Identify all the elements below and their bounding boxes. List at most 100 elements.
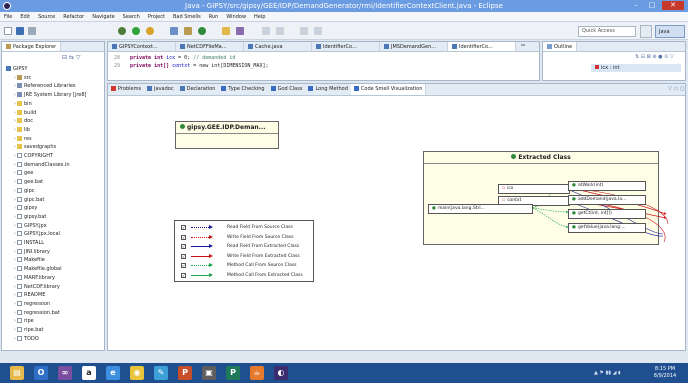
debug-icon[interactable]	[118, 27, 126, 35]
tab-god-class[interactable]: God Class	[268, 84, 306, 95]
menu-help[interactable]: Help	[254, 12, 265, 21]
back-icon[interactable]	[300, 27, 308, 35]
search-icon[interactable]	[236, 27, 244, 35]
outline-item[interactable]: icx : int	[591, 64, 681, 72]
menu-file[interactable]: File	[4, 12, 12, 21]
tab-code-smell-visualization[interactable]: Code Smell Visualization	[350, 84, 427, 95]
legend-checkbox[interactable]: ✓	[181, 272, 186, 278]
expand-arrow-icon[interactable]: ›	[14, 284, 16, 290]
tree-item[interactable]: › MARF.library	[14, 274, 55, 282]
next-annotation-icon[interactable]	[262, 27, 270, 35]
tree-item[interactable]: › gipsy.bat	[14, 213, 46, 221]
paint-icon[interactable]: ✎	[154, 366, 168, 380]
publisher-icon[interactable]: P	[226, 366, 240, 380]
tab-type-checking[interactable]: Type Checking	[218, 84, 267, 95]
tree-item[interactable]: › regression	[14, 300, 50, 308]
tree-item[interactable]: › Makefile.global	[14, 266, 62, 273]
expand-arrow-icon[interactable]: ›	[14, 118, 16, 124]
tree-item[interactable]: › JRE System Library [jre8]	[14, 92, 87, 99]
editor-tab[interactable]: JMSDemandGen...	[380, 42, 448, 51]
expand-arrow-icon[interactable]: ›	[14, 170, 16, 176]
tab-package-explorer[interactable]: Package Explorer	[2, 42, 62, 51]
menu-project[interactable]: Project	[148, 12, 165, 21]
tree-item[interactable]: › bin	[14, 100, 32, 108]
expand-arrow-icon[interactable]: ›	[14, 292, 16, 298]
expand-arrow-icon[interactable]: ›	[14, 318, 16, 324]
legend-checkbox[interactable]: ✓	[181, 244, 186, 249]
tree-item[interactable]: › INSTALL	[14, 240, 44, 247]
legend-checkbox[interactable]: ✓	[181, 225, 186, 230]
tree-item[interactable]: › savedgraphs	[14, 144, 56, 151]
maximize-button[interactable]: □	[646, 1, 658, 10]
editor-tab[interactable]: IdentifierCo...	[448, 42, 516, 51]
expand-arrow-icon[interactable]: ›	[14, 110, 16, 116]
expand-arrow-icon[interactable]: ›	[14, 301, 16, 307]
expand-arrow-icon[interactable]: ›	[14, 101, 16, 107]
editor-tab[interactable]: IdentifierCo...	[312, 42, 380, 51]
tree-item[interactable]: › JINI.library	[14, 248, 50, 256]
editor-tab[interactable]: Cache.java	[244, 42, 312, 51]
menu-run[interactable]: Run	[209, 12, 219, 21]
tree-item[interactable]: › regression.bat	[14, 309, 60, 317]
tree-item[interactable]: › gipsy	[14, 205, 37, 212]
eclipse-icon[interactable]: ◐	[274, 366, 288, 380]
run-icon[interactable]	[132, 27, 140, 35]
internet-explorer-icon[interactable]: e	[106, 366, 120, 380]
method-node[interactable]: ● getCt(int, int[])	[568, 209, 646, 219]
expand-arrow-icon[interactable]: ›	[14, 197, 16, 203]
tab-outline[interactable]: Outline	[543, 42, 578, 51]
save-icon[interactable]	[16, 27, 24, 35]
expand-arrow-icon[interactable]: ›	[14, 153, 16, 159]
forward-icon[interactable]	[314, 27, 322, 35]
visual-studio-icon[interactable]: ∞	[58, 366, 72, 380]
tree-item[interactable]: › res	[14, 135, 32, 143]
new-java-project-icon[interactable]	[170, 27, 178, 35]
tree-item[interactable]: › gipc.bat	[14, 196, 44, 204]
tree-item[interactable]: › ripe.bat	[14, 327, 43, 334]
menu-bad-smells[interactable]: Bad Smells	[173, 12, 201, 21]
source-method-node[interactable]: ● main(java.lang.Stri...	[428, 204, 533, 214]
java-perspective-button[interactable]: Java	[655, 25, 685, 38]
expand-arrow-icon[interactable]: ›	[14, 205, 16, 211]
quick-access-input[interactable]: Quick Access	[578, 26, 636, 37]
expand-arrow-icon[interactable]: ›	[14, 75, 16, 81]
menu-edit[interactable]: Edit	[20, 12, 30, 21]
outlook-icon[interactable]: O	[34, 366, 48, 380]
expand-arrow-icon[interactable]: ›	[14, 162, 16, 168]
legend-checkbox[interactable]: ✓	[181, 234, 186, 240]
code-line[interactable]: private int icx = 0; // demanded id	[130, 55, 235, 61]
expand-arrow-icon[interactable]: ›	[14, 179, 16, 185]
tree-item[interactable]: › lib	[14, 126, 30, 134]
tab-javadoc[interactable]: Javadoc	[144, 84, 177, 95]
tree-item[interactable]: › ripe	[14, 318, 34, 325]
open-perspective-button[interactable]	[640, 25, 652, 38]
expand-arrow-icon[interactable]: ›	[14, 266, 16, 272]
tree-item[interactable]: › README	[14, 292, 45, 299]
bottom-panel-controls[interactable]: ▽ ▭ ▢	[668, 86, 684, 92]
tree-item[interactable]: › NetCDF.library	[14, 283, 60, 291]
tree-item[interactable]: › COPYRIGHT	[14, 153, 53, 160]
clock[interactable]: 8:15 PM 8/9/2014	[646, 366, 684, 380]
powerpoint-icon[interactable]: P	[178, 366, 192, 380]
editor-overflow-count[interactable]: ²⁶	[521, 44, 525, 50]
menu-window[interactable]: Window	[226, 12, 246, 21]
prev-annotation-icon[interactable]	[276, 27, 284, 35]
expand-arrow-icon[interactable]: ›	[14, 310, 16, 316]
open-type-icon[interactable]	[222, 27, 230, 35]
source-class-box[interactable]: gipsy.GEE.IDP.Deman...	[175, 121, 279, 149]
tree-item[interactable]: › build	[14, 109, 36, 117]
tree-item[interactable]: › doc	[14, 118, 33, 125]
expand-arrow-icon[interactable]: ›	[14, 144, 16, 150]
tab-declaration[interactable]: Declaration	[177, 84, 219, 95]
expand-arrow-icon[interactable]: ›	[14, 257, 16, 263]
tree-item[interactable]: › Referenced Libraries	[14, 83, 76, 90]
menu-navigate[interactable]: Navigate	[92, 12, 114, 21]
tree-item[interactable]: › TODO	[14, 335, 39, 343]
new-class-icon[interactable]	[198, 27, 206, 35]
legend-checkbox[interactable]: ✓	[181, 253, 186, 259]
menu-search[interactable]: Search	[123, 12, 140, 21]
new-package-icon[interactable]	[184, 27, 192, 35]
new-file-icon[interactable]	[4, 27, 12, 35]
print-icon[interactable]	[28, 27, 36, 35]
expand-arrow-icon[interactable]: ›	[14, 249, 16, 255]
